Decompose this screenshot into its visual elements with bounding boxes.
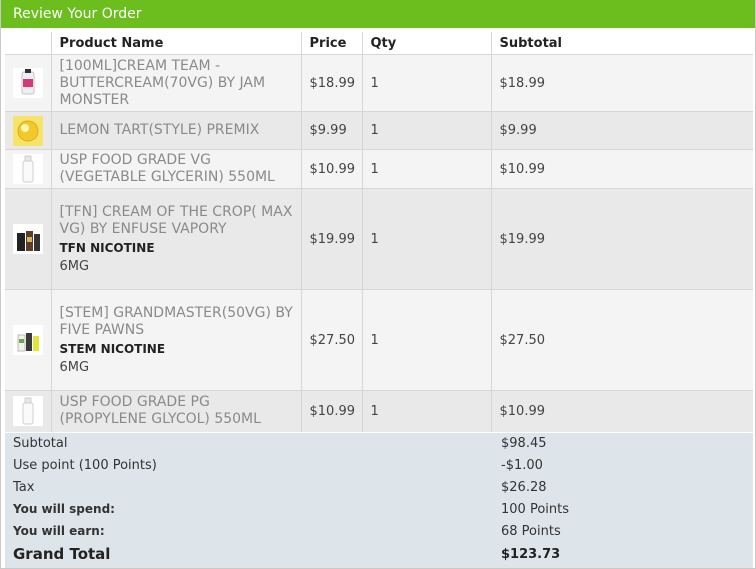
- subtotal-label: Subtotal: [13, 436, 68, 451]
- use-points-value: -$1.00: [501, 458, 543, 473]
- product-name[interactable]: USP FOOD GRADE VG (VEGETABLE GLYCERIN) 5…: [60, 152, 301, 186]
- table-row: LEMON TART(STYLE) PREMIX $9.99 1 $9.99: [5, 111, 753, 150]
- order-totals: Subtotal $98.45 Use point (100 Points) -…: [5, 433, 753, 568]
- dark-bottles-icon: [12, 224, 43, 254]
- item-price: $10.99: [301, 149, 363, 189]
- item-subtotal: $18.99: [491, 54, 753, 112]
- option-value: 6MG: [59, 259, 90, 274]
- table-row: USP FOOD GRADE PG (PROPYLENE GLYCOL) 550…: [5, 390, 753, 432]
- item-subtotal: $19.99: [491, 188, 753, 290]
- subtotal-value: $98.45: [501, 436, 547, 451]
- item-qty: 1: [362, 149, 492, 189]
- tax-value: $26.28: [501, 480, 547, 495]
- green-bottles-icon: [12, 325, 43, 355]
- item-price: $27.50: [301, 289, 363, 391]
- item-price: $19.99: [301, 188, 363, 290]
- item-qty: 1: [362, 188, 492, 290]
- order-items-table: Product Name Price Qty Subtotal [100ML]C…: [5, 32, 753, 432]
- item-price: $10.99: [301, 390, 363, 432]
- product-thumbnail[interactable]: [5, 54, 52, 112]
- grand-total-label: Grand Total: [13, 545, 111, 563]
- spend-label: You will spend:: [13, 502, 115, 516]
- lemon-tart-icon: [12, 115, 43, 146]
- item-qty: 1: [362, 289, 492, 391]
- table-row: [STEM] GRANDMASTER(50VG) BY FIVE PAWNS S…: [5, 289, 753, 391]
- product-thumbnail[interactable]: [5, 111, 52, 150]
- product-name-column-header: Product Name: [51, 32, 302, 55]
- product-thumbnail[interactable]: [5, 188, 52, 290]
- option-label: TFN NICOTINE: [59, 241, 155, 255]
- product-thumbnail[interactable]: [5, 390, 52, 432]
- product-name[interactable]: [TFN] CREAM OF THE CROP( MAX VG) BY ENFU…: [60, 204, 301, 238]
- item-subtotal: $9.99: [491, 111, 753, 150]
- product-thumbnail[interactable]: [5, 149, 52, 189]
- item-qty: 1: [362, 390, 492, 432]
- table-row: [100ML]CREAM TEAM - BUTTERCREAM(70VG) BY…: [5, 54, 753, 112]
- order-review-panel: Review Your Order Product Name Price Qty…: [0, 0, 756, 569]
- image-column-header: [5, 32, 52, 55]
- option-value: 6MG: [59, 360, 90, 375]
- earn-value: 68 Points: [501, 524, 561, 539]
- subtotal-column-header: Subtotal: [491, 32, 753, 55]
- product-name[interactable]: [100ML]CREAM TEAM - BUTTERCREAM(70VG) BY…: [60, 58, 301, 109]
- product-thumbnail[interactable]: [5, 289, 52, 391]
- tax-label: Tax: [13, 480, 35, 495]
- item-price: $9.99: [301, 111, 363, 150]
- product-name[interactable]: LEMON TART(STYLE) PREMIX: [60, 122, 301, 139]
- product-name[interactable]: [STEM] GRANDMASTER(50VG) BY FIVE PAWNS: [60, 305, 301, 339]
- qty-column-header: Qty: [362, 32, 492, 55]
- item-subtotal: $27.50: [491, 289, 753, 391]
- option-label: STEM NICOTINE: [59, 342, 166, 356]
- white-bottle-icon: [12, 396, 43, 427]
- white-bottle-icon: [12, 154, 43, 184]
- product-name[interactable]: USP FOOD GRADE PG (PROPYLENE GLYCOL) 550…: [60, 394, 301, 428]
- item-qty: 1: [362, 111, 492, 150]
- use-points-label: Use point (100 Points): [13, 458, 157, 473]
- review-order-header: Review Your Order: [1, 0, 755, 28]
- item-price: $18.99: [301, 54, 363, 112]
- earn-label: You will earn:: [13, 524, 105, 538]
- price-column-header: Price: [301, 32, 363, 55]
- table-header-row: Product Name Price Qty Subtotal: [5, 32, 753, 55]
- spend-value: 100 Points: [501, 502, 569, 517]
- item-subtotal: $10.99: [491, 149, 753, 189]
- grand-total-value: $123.73: [501, 547, 561, 562]
- table-row: USP FOOD GRADE VG (VEGETABLE GLYCERIN) 5…: [5, 149, 753, 189]
- juice-bottle-pink-icon: [12, 68, 43, 98]
- table-row: [TFN] CREAM OF THE CROP( MAX VG) BY ENFU…: [5, 188, 753, 290]
- item-subtotal: $10.99: [491, 390, 753, 432]
- item-qty: 1: [362, 54, 492, 112]
